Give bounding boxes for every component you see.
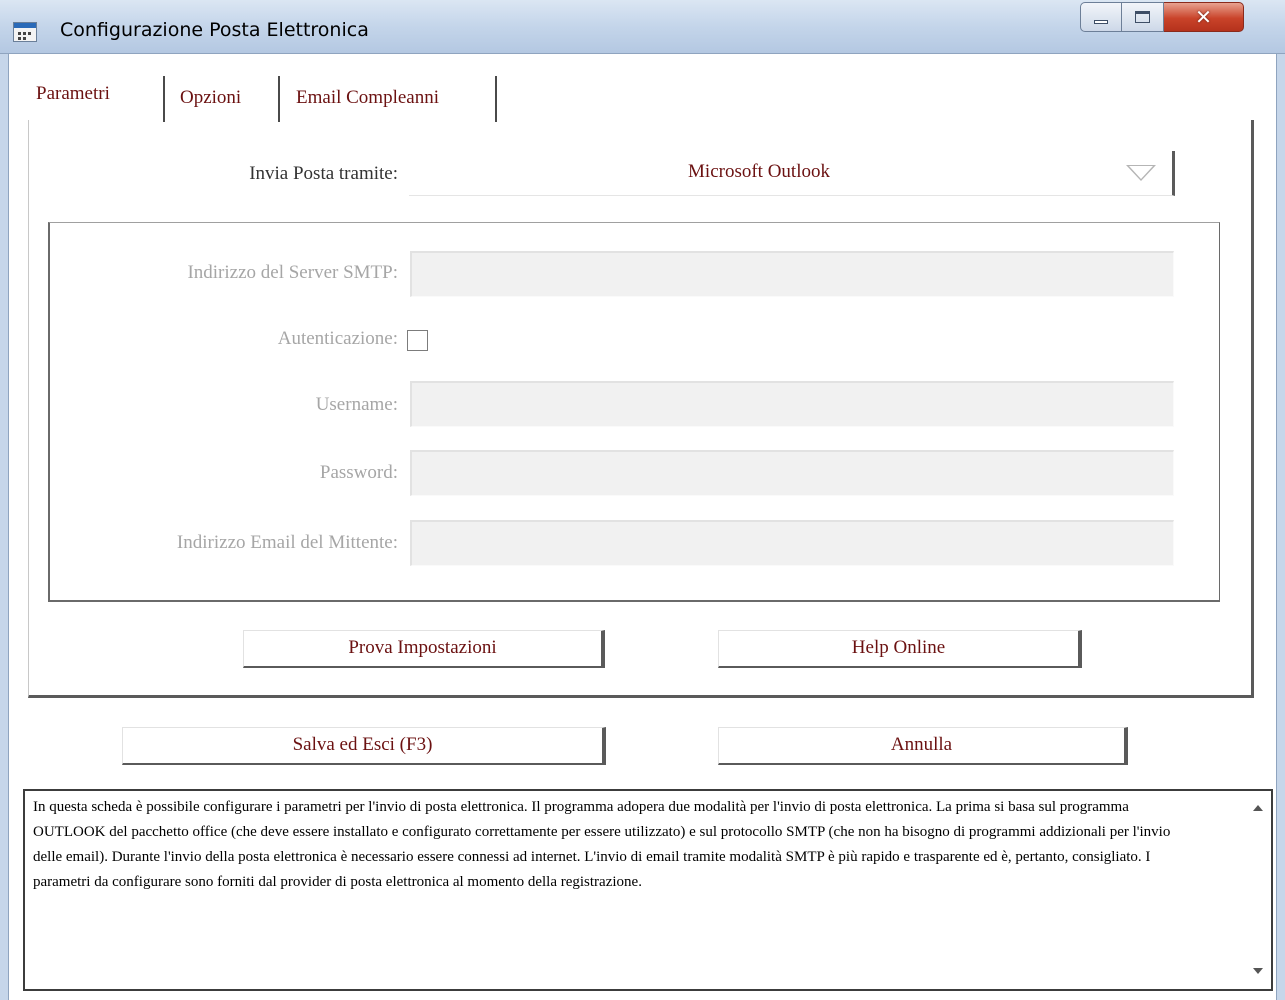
maximize-button[interactable] — [1122, 2, 1164, 32]
test-settings-button[interactable]: Prova Impostazioni — [243, 630, 605, 668]
maximize-icon — [1135, 11, 1150, 23]
close-button[interactable]: ✕ — [1164, 2, 1244, 32]
tab-opzioni[interactable]: Opzioni — [180, 87, 241, 109]
send-via-value: Microsoft Outlook — [688, 161, 830, 182]
username-label: Username: — [315, 394, 398, 415]
tab-separator — [495, 76, 497, 122]
sender-email-label: Indirizzo Email del Mittente: — [176, 532, 398, 553]
window-controls: ✕ — [1080, 2, 1244, 32]
tab-separator — [163, 76, 165, 122]
authentication-label: Autenticazione: — [277, 328, 398, 349]
tab-parametri[interactable]: Parametri — [36, 83, 110, 105]
send-via-dropdown[interactable]: Microsoft Outlook — [409, 151, 1175, 196]
sender-email-input[interactable] — [410, 520, 1174, 566]
minimize-button[interactable] — [1080, 2, 1122, 32]
window-title: Configurazione Posta Elettronica — [60, 19, 369, 41]
username-input[interactable] — [410, 381, 1174, 427]
title-bar: Configurazione Posta Elettronica ✕ — [0, 0, 1285, 54]
window-frame-right — [1276, 54, 1285, 1000]
minimize-icon — [1094, 20, 1108, 24]
description-text: In questa scheda è possibile configurare… — [33, 799, 1171, 890]
authentication-checkbox[interactable] — [407, 330, 428, 351]
send-via-label: Invia Posta tramite: — [249, 163, 398, 184]
password-label: Password: — [319, 462, 398, 483]
help-online-button[interactable]: Help Online — [718, 630, 1082, 668]
smtp-server-input[interactable] — [410, 251, 1174, 297]
smtp-server-label: Indirizzo del Server SMTP: — [187, 262, 398, 283]
app-icon — [13, 22, 37, 42]
window-frame-left — [0, 54, 9, 1000]
scroll-up-icon[interactable] — [1253, 805, 1263, 811]
tab-email-compleanni[interactable]: Email Compleanni — [296, 87, 439, 109]
cancel-button[interactable]: Annulla — [718, 727, 1128, 765]
description-box[interactable]: In questa scheda è possibile configurare… — [23, 789, 1273, 991]
close-icon: ✕ — [1195, 5, 1212, 29]
password-input[interactable] — [410, 450, 1174, 496]
scroll-down-icon[interactable] — [1253, 968, 1263, 974]
tab-separator — [278, 76, 280, 122]
save-and-exit-button[interactable]: Salva ed Esci (F3) — [122, 727, 606, 765]
